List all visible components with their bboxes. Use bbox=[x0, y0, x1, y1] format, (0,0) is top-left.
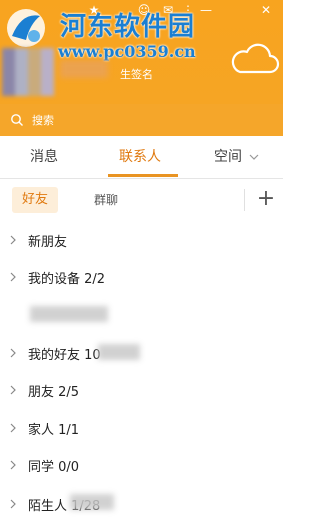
chevron-right-icon bbox=[10, 499, 16, 509]
profile-header: ★ ☺ ✉ ⋮ — ✕ 河东软件园 www.pc0359.cn 生签名 bbox=[0, 0, 283, 104]
group-strangers[interactable]: 陌生人 1/28 bbox=[0, 490, 283, 518]
blurred-count bbox=[98, 344, 140, 360]
blurred-device-item bbox=[30, 306, 108, 322]
group-friends[interactable]: 朋友 2/5 bbox=[0, 376, 283, 404]
signature[interactable]: 生签名 bbox=[120, 66, 153, 82]
group-family[interactable]: 家人 1/1 bbox=[0, 414, 283, 442]
group-classmates[interactable]: 同学 0/0 bbox=[0, 451, 283, 479]
minimize-icon[interactable]: — bbox=[198, 2, 214, 18]
divider bbox=[244, 189, 245, 211]
active-tab-indicator bbox=[108, 174, 178, 177]
chevron-right-icon bbox=[10, 385, 16, 395]
tab-space-label: 空间 bbox=[214, 149, 242, 165]
search-icon bbox=[11, 114, 23, 126]
group-label: 我的设备 2/2 bbox=[28, 271, 106, 287]
group-my-friends[interactable]: 我的好友 10 bbox=[0, 339, 283, 367]
search-bar[interactable] bbox=[0, 104, 283, 136]
add-contact-button[interactable]: + bbox=[254, 187, 278, 213]
search-input[interactable] bbox=[30, 112, 234, 128]
tab-messages[interactable]: 消息 bbox=[30, 136, 58, 178]
chevron-right-icon bbox=[10, 235, 16, 245]
tab-contacts[interactable]: 联系人 bbox=[119, 136, 161, 178]
chevron-down-icon bbox=[250, 154, 259, 160]
group-label: 同学 0/0 bbox=[28, 459, 80, 475]
chevron-right-icon bbox=[10, 460, 16, 470]
group-label: 我的好友 10 bbox=[28, 347, 101, 363]
blurred-group-name bbox=[70, 494, 114, 510]
subtab-groups[interactable]: 群聊 bbox=[94, 187, 118, 213]
avatar[interactable] bbox=[2, 48, 54, 96]
group-label: 家人 1/1 bbox=[28, 422, 80, 438]
watermark-title: 河东软件园 bbox=[60, 12, 196, 42]
chevron-right-icon bbox=[10, 348, 16, 358]
watermark-logo bbox=[7, 9, 45, 47]
group-label: 朋友 2/5 bbox=[28, 384, 80, 400]
group-my-devices[interactable]: 我的设备 2/2 bbox=[0, 263, 283, 291]
main-tabs: 消息 联系人 空间 bbox=[0, 136, 283, 179]
watermark-url: www.pc0359.cn bbox=[58, 42, 196, 61]
group-new-friends[interactable]: 新朋友 bbox=[0, 226, 283, 254]
contact-subtabs: 好友 群聊 + bbox=[0, 183, 283, 217]
nickname-blurred bbox=[60, 60, 108, 78]
group-label: 新朋友 bbox=[28, 234, 68, 250]
cloud-icon[interactable] bbox=[228, 40, 280, 78]
subtab-friends[interactable]: 好友 bbox=[12, 187, 58, 213]
chevron-right-icon bbox=[10, 272, 16, 282]
close-icon[interactable]: ✕ bbox=[258, 2, 274, 18]
tab-space[interactable]: 空间 bbox=[214, 136, 259, 178]
chevron-right-icon bbox=[10, 423, 16, 433]
